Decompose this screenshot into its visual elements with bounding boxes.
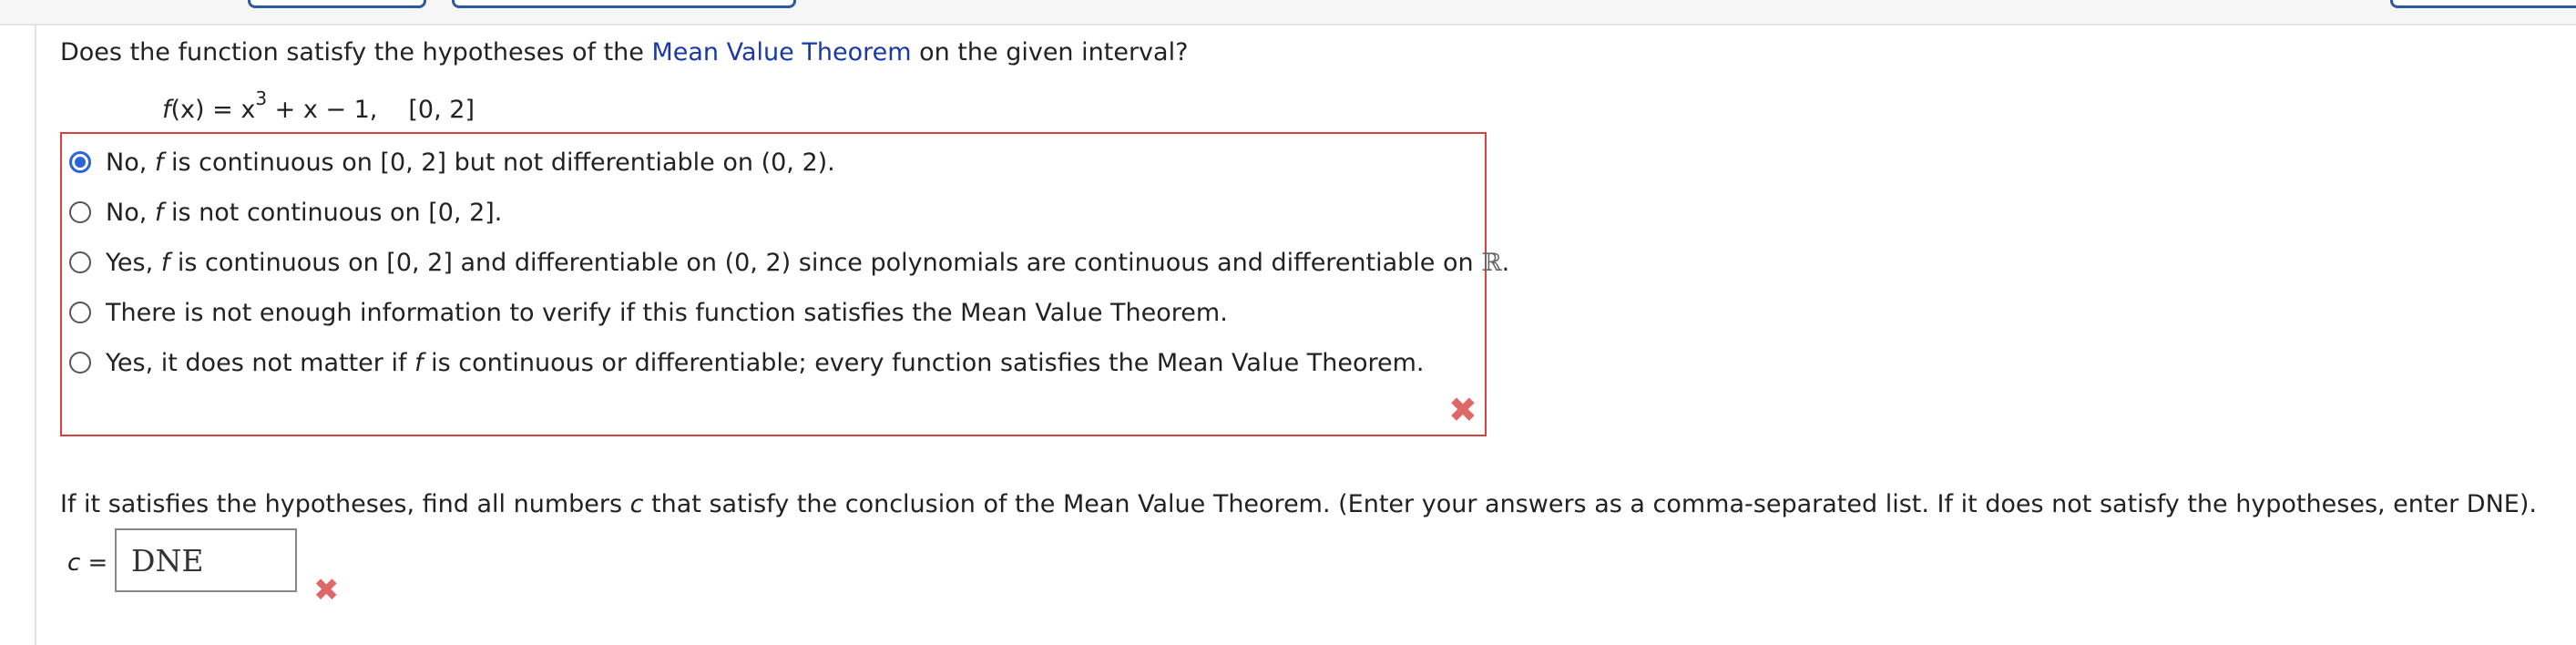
answer-choices: No, f is continuous on [0, 2] but not di… <box>60 132 1509 436</box>
answer-label: c = <box>67 549 108 577</box>
choice-3-label: Yes, f is continuous on [0, 2] and diffe… <box>106 248 1510 277</box>
mean-value-theorem-link[interactable]: Mean Value Theorem <box>651 38 911 67</box>
choice-4-label: There is not enough information to verif… <box>106 298 1228 327</box>
question-suffix: on the given interval? <box>911 38 1189 67</box>
formula-interval: [0, 2] <box>408 96 475 124</box>
toolbar-button-1[interactable] <box>248 0 426 8</box>
choice-4[interactable]: There is not enough information to verif… <box>62 290 1228 335</box>
choice-5-label: Yes, it does not matter if f is continuo… <box>106 348 1425 377</box>
toolbar-button-2[interactable] <box>452 0 796 8</box>
radio-button[interactable] <box>69 251 91 273</box>
radio-button[interactable] <box>69 302 91 323</box>
incorrect-x-mark-icon: ✖ <box>1448 390 1477 430</box>
formula-f: f <box>162 96 171 124</box>
choice-2[interactable]: No, f is not continuous on [0, 2]. <box>62 189 502 235</box>
question-prefix: Does the function satisfy the hypotheses… <box>60 38 652 67</box>
left-divider <box>35 26 36 645</box>
choice-2-label: No, f is not continuous on [0, 2]. <box>106 198 503 227</box>
choice-3[interactable]: Yes, f is continuous on [0, 2] and diffe… <box>62 240 1509 285</box>
formula-lhs: (x) = x <box>170 96 256 124</box>
function-formula: f(x) = x3 + x − 1, [0, 2] <box>162 84 475 128</box>
answer-incorrect-x-mark-icon: ✖ <box>313 572 340 609</box>
formula-rhs: + x − 1, <box>267 96 378 124</box>
formula-exponent: 3 <box>255 87 268 109</box>
radio-button-selected[interactable] <box>69 151 91 173</box>
radio-button[interactable] <box>69 352 91 374</box>
choice-1-label: No, f is continuous on [0, 2] but not di… <box>106 148 835 177</box>
question-text: Does the function satisfy the hypotheses… <box>60 35 1188 71</box>
toolbar-button-3[interactable] <box>2390 0 2576 8</box>
answer-input[interactable] <box>115 528 297 592</box>
radio-button[interactable] <box>69 201 91 223</box>
top-toolbar <box>0 0 2576 26</box>
choice-5[interactable]: Yes, it does not matter if f is continuo… <box>62 340 1425 385</box>
part-b-instructions: If it satisfies the hypotheses, find all… <box>60 490 2537 518</box>
choice-1[interactable]: No, f is continuous on [0, 2] but not di… <box>62 139 835 185</box>
